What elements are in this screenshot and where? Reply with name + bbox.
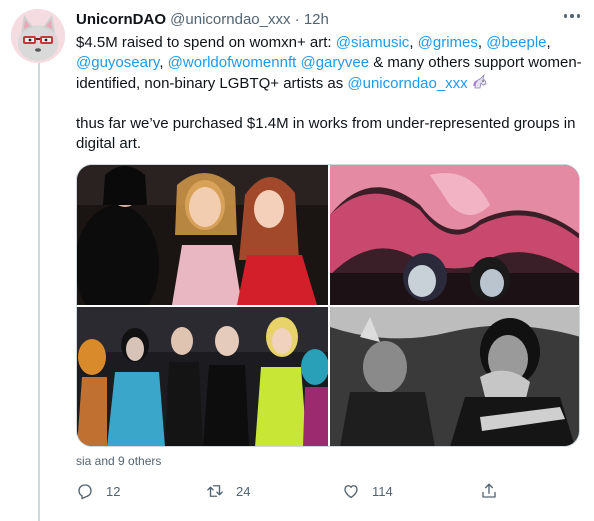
unicorn-emoji: [472, 73, 487, 89]
like-button[interactable]: 114: [342, 481, 393, 501]
share-icon: [482, 483, 496, 498]
tweet-header: UnicornDAO @unicorndao_xxx · 12h: [76, 10, 329, 29]
text-segment: ,: [477, 34, 487, 51]
inflatable-photo: [330, 165, 579, 305]
avatar[interactable]: [11, 9, 65, 63]
retweet-icon: [207, 485, 223, 497]
mention-beeple[interactable]: @beeple: [486, 34, 546, 51]
more-icon: [563, 14, 568, 18]
media-photo-2[interactable]: [330, 165, 579, 305]
tweet-text: $4.5M raised to spend on womxn+ art: @si…: [76, 33, 586, 154]
mention-unicorndao[interactable]: @unicorndao_xxx: [347, 75, 467, 92]
media-photo-1[interactable]: [77, 165, 328, 305]
media-grid: [76, 164, 580, 447]
timestamp[interactable]: 12h: [304, 11, 329, 28]
avatar-cat-icon: [11, 9, 65, 63]
reply-icon: [78, 484, 92, 500]
liked-by-text[interactable]: sia and 9 others: [76, 454, 161, 468]
meta-separator: ·: [294, 11, 300, 28]
retweet-button[interactable]: 24: [206, 481, 250, 501]
crowd-photo: [77, 307, 328, 446]
like-count: 114: [372, 483, 393, 499]
text-segment: ,: [159, 54, 168, 71]
text-segment: $4.5M raised to spend on womxn+ art:: [76, 34, 336, 51]
action-bar: 12 24 114: [76, 481, 516, 503]
mention-guyoseary[interactable]: @guyoseary: [76, 54, 159, 71]
like-icon: [344, 485, 358, 499]
bw-photo: [330, 307, 579, 446]
text-segment: ,: [409, 34, 418, 51]
more-button[interactable]: [560, 4, 584, 28]
party-photo: [77, 165, 328, 305]
media-photo-4[interactable]: [330, 307, 579, 446]
text-segment: ,: [546, 34, 551, 51]
mention-siamusic[interactable]: @siamusic: [336, 34, 410, 51]
share-button[interactable]: [480, 481, 498, 501]
display-name[interactable]: UnicornDAO: [76, 11, 166, 28]
mention-garyvee[interactable]: @garyvee: [300, 54, 369, 71]
mention-worldofwomennft[interactable]: @worldofwomennft: [168, 54, 297, 71]
media-photo-3[interactable]: [77, 307, 328, 446]
thread-line: [38, 62, 40, 521]
user-handle[interactable]: @unicorndao_xxx: [170, 11, 290, 28]
reply-count: 12: [106, 483, 121, 499]
mention-grimes[interactable]: @grimes: [418, 34, 478, 51]
retweet-count: 24: [236, 483, 251, 499]
reply-button[interactable]: 12: [76, 481, 120, 501]
tweet-paragraph-2: thus far we’ve purchased $1.4M in works …: [76, 115, 576, 152]
tweet-paragraph-1: $4.5M raised to spend on womxn+ art: @si…: [76, 33, 586, 94]
